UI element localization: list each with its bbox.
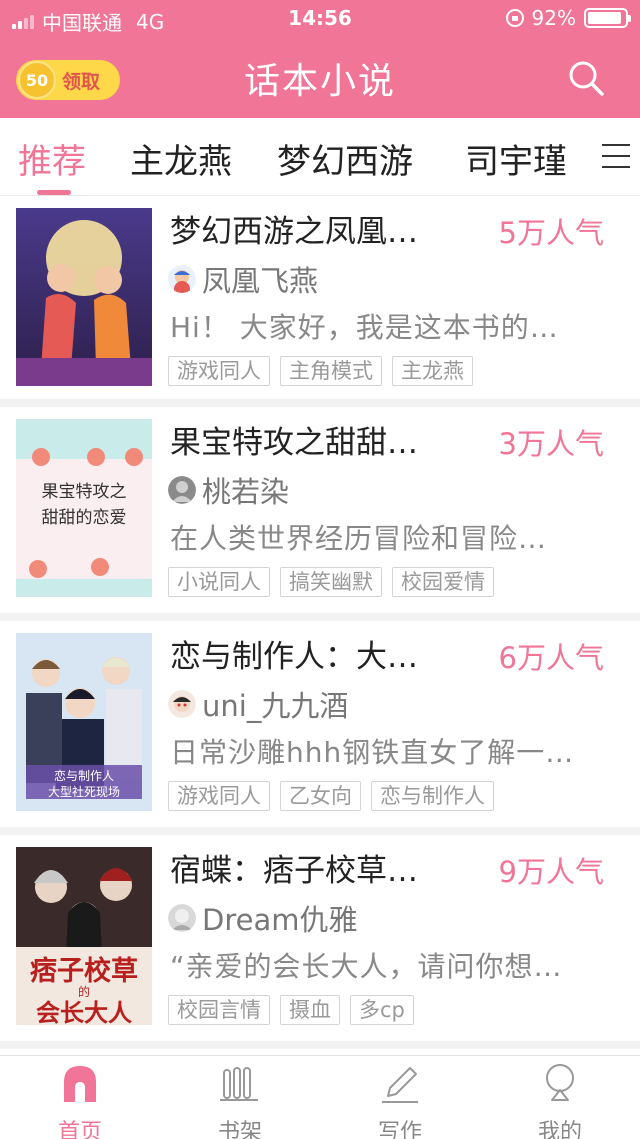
book-author[interactable]: 桃若染	[168, 469, 289, 511]
book-author[interactable]: 凤凰飞燕	[168, 258, 318, 300]
cover-title-line: 恋与制作人	[53, 769, 114, 783]
book-cover[interactable]: 痞子校草 的 会长大人	[16, 847, 152, 1025]
bottom-nav: 首页 书架 写作 我的	[0, 1055, 640, 1139]
book-item[interactable]: 梦幻西游之凤凰… 5万人气 凤凰飞燕 Hi！ 大家好，我是这本书的… 游戏同人 …	[0, 196, 640, 407]
book-list: 梦幻西游之凤凰… 5万人气 凤凰飞燕 Hi！ 大家好，我是这本书的… 游戏同人 …	[0, 196, 640, 1049]
book-popularity: 9万人气	[498, 855, 604, 889]
tab-zhulongyan[interactable]: 主龙燕	[130, 134, 232, 183]
book-description: 在人类世界经历冒险和冒险…	[170, 522, 548, 555]
pencil-icon	[382, 1067, 418, 1103]
battery-percent: 92%	[531, 6, 576, 30]
book-title: 恋与制作人：大…	[170, 639, 418, 675]
book-tag[interactable]: 校园言情	[168, 995, 270, 1025]
book-popularity: 6万人气	[498, 641, 604, 675]
rotation-lock-icon	[505, 9, 524, 27]
book-tags: 小说同人 搞笑幽默 校园爱情	[168, 567, 494, 597]
claim-label: 领取	[62, 70, 101, 93]
book-title: 宿蝶：痞子校草…	[170, 853, 418, 889]
nav-write[interactable]: 写作	[340, 1062, 460, 1139]
author-name: Dream仇雅	[202, 903, 358, 937]
author-name: uni_九九酒	[202, 689, 349, 723]
book-item[interactable]: 痞子校草 的 会长大人 宿蝶：痞子校草… 9万人气 Dream仇雅 “亲爱的会长…	[0, 835, 640, 1049]
home-icon	[64, 1066, 96, 1102]
book-cover[interactable]: 恋与制作人 大型社死现场	[16, 633, 152, 811]
author-avatar	[168, 690, 196, 718]
book-tag[interactable]: 摄血	[280, 995, 340, 1025]
battery-level	[588, 12, 622, 24]
status-right: 92%	[505, 6, 631, 30]
book-title: 果宝特攻之甜甜…	[170, 425, 418, 461]
book-item[interactable]: 果宝特攻之 甜甜的恋爱 果宝特攻之甜甜… 3万人气 桃若染 在人类世界经历冒险和…	[0, 407, 640, 621]
book-tags: 游戏同人 乙女向 恋与制作人	[168, 781, 494, 811]
cover-title-line: 大型社死现场	[47, 785, 120, 799]
tab-recommend[interactable]: 推荐	[18, 134, 86, 183]
battery-icon	[584, 8, 631, 28]
book-tags: 游戏同人 主角模式 主龙燕	[168, 356, 473, 386]
book-cover[interactable]: 果宝特攻之 甜甜的恋爱	[16, 419, 152, 597]
status-bar: 中国联通 4G 14:56 92%	[0, 0, 640, 36]
active-tab-indicator	[37, 190, 71, 195]
book-tag[interactable]: 乙女向	[280, 781, 361, 811]
profile-icon	[546, 1064, 574, 1101]
book-tag[interactable]: 校园爱情	[392, 567, 494, 597]
book-tags: 校园言情 摄血 多cp	[168, 995, 414, 1025]
cover-title-line: 甜甜的恋爱	[41, 508, 127, 528]
author-avatar	[168, 265, 196, 293]
book-tag[interactable]: 小说同人	[168, 567, 270, 597]
nav-profile-label: 我的	[537, 1120, 582, 1139]
book-description: Hi！ 大家好，我是这本书的…	[170, 311, 559, 344]
book-author[interactable]: uni_九九酒	[168, 683, 348, 725]
nav-bookshelf-label: 书架	[217, 1120, 262, 1139]
nav-profile[interactable]: 我的	[500, 1062, 620, 1139]
book-popularity: 5万人气	[498, 216, 604, 250]
nav-home-label: 首页	[57, 1120, 102, 1139]
book-tag[interactable]: 多cp	[350, 995, 414, 1025]
author-name: 桃若染	[202, 475, 290, 509]
app-header: 50 领取 话本小说	[0, 36, 640, 118]
category-tabs: 推荐 主龙燕 梦幻西游 司宇瑾	[0, 118, 640, 196]
bookshelf-icon	[220, 1067, 258, 1101]
book-author[interactable]: Dream仇雅	[168, 897, 357, 939]
menu-icon	[602, 144, 630, 168]
book-title: 梦幻西游之凤凰…	[170, 214, 418, 250]
cover-title-line: 会长大人	[36, 998, 132, 1025]
coin-amount: 50	[25, 70, 49, 90]
cover-title-line: 果宝特攻之	[41, 482, 127, 502]
book-description: “亲爱的会长大人，请问你想…	[170, 950, 563, 983]
nav-bookshelf[interactable]: 书架	[180, 1062, 300, 1139]
book-item[interactable]: 恋与制作人 大型社死现场 恋与制作人：大… 6万人气 uni_九九酒 日常沙雕h…	[0, 621, 640, 835]
book-description: 日常沙雕hhh钢铁直女了解一…	[170, 736, 575, 769]
coin-icon: 50	[18, 61, 56, 99]
book-popularity: 3万人气	[498, 427, 604, 461]
author-name: 凤凰飞燕	[202, 264, 319, 298]
book-tag[interactable]: 主龙燕	[392, 356, 473, 386]
claim-coins-button[interactable]: 50 领取	[16, 60, 120, 100]
tab-menghuanxiyou[interactable]: 梦幻西游	[277, 134, 413, 183]
tab-siyujin[interactable]: 司宇瑾	[465, 134, 567, 183]
search-button[interactable]	[566, 58, 606, 98]
book-tag[interactable]: 游戏同人	[168, 781, 270, 811]
book-cover[interactable]	[16, 208, 152, 386]
author-avatar	[168, 476, 196, 504]
nav-write-label: 写作	[377, 1120, 422, 1139]
book-tag[interactable]: 主角模式	[280, 356, 382, 386]
tabs-menu-button[interactable]	[602, 144, 630, 170]
book-tag[interactable]: 搞笑幽默	[280, 567, 382, 597]
search-icon	[569, 61, 604, 96]
book-tag[interactable]: 游戏同人	[168, 356, 270, 386]
cover-illustration	[16, 208, 152, 386]
author-avatar	[168, 904, 196, 932]
nav-home[interactable]: 首页	[20, 1062, 140, 1139]
book-tag[interactable]: 恋与制作人	[371, 781, 494, 811]
